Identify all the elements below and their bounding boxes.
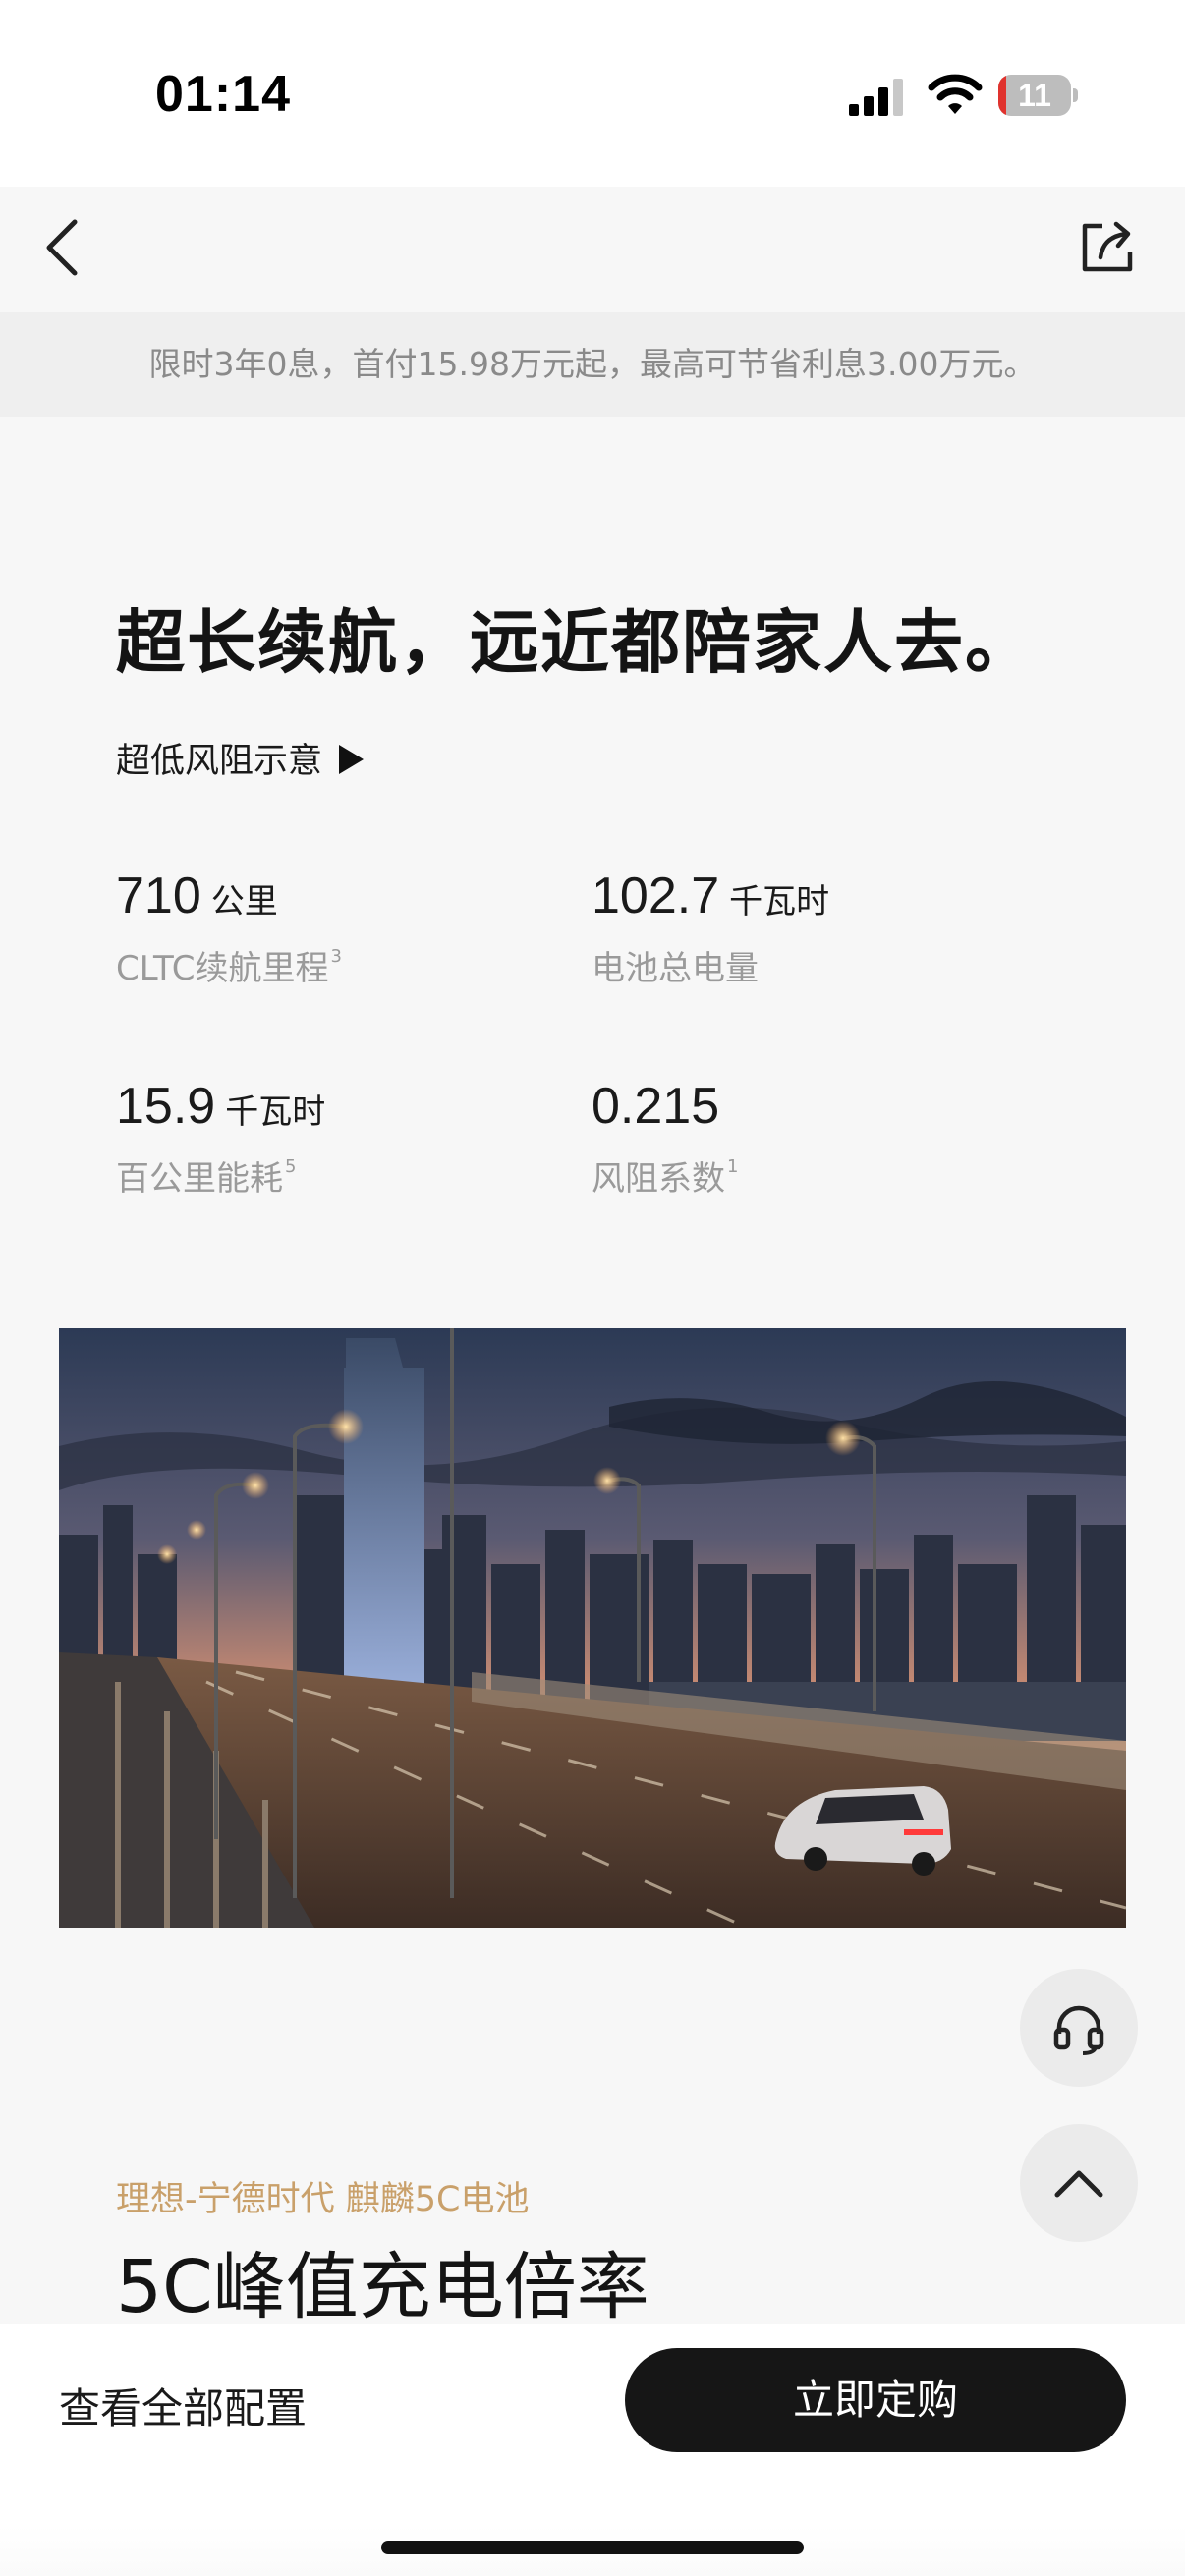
aero-demo-link[interactable]: 超低风阻示意	[116, 733, 366, 783]
section-kicker: 理想-宁德时代 麒麟5C电池	[116, 2180, 530, 2219]
chevron-left-icon[interactable]	[41, 218, 85, 277]
spec-energy-consumption: 15.9 千瓦时 百公里能耗 5	[116, 1077, 325, 1200]
spec-range: 710 公里 CLTC续航里程 3	[116, 867, 342, 989]
home-indicator	[381, 2541, 804, 2554]
spec-drag-coefficient: 0.215 风阻系数 1	[592, 1077, 738, 1200]
chevron-up-icon	[1054, 2170, 1103, 2198]
spec-unit: 千瓦时	[729, 882, 830, 922]
battery-level: 11	[1018, 78, 1051, 113]
support-button[interactable]	[1020, 1969, 1138, 2087]
scroll-top-button[interactable]	[1020, 2124, 1138, 2242]
status-bar: 01:14 11	[0, 0, 1185, 187]
footnote-marker: 1	[727, 1156, 739, 1177]
headset-icon	[1053, 2005, 1104, 2055]
page-headline: 超长续航，远近都陪家人去。	[116, 602, 1036, 683]
view-all-config-link[interactable]: 查看全部配置	[59, 2376, 307, 2436]
spec-label: 风阻系数	[592, 1159, 725, 1199]
footnote-marker: 3	[330, 946, 342, 967]
spec-value: 15.9	[116, 1078, 216, 1135]
order-now-button[interactable]: 立即定购	[625, 2348, 1126, 2452]
footnote-marker: 5	[285, 1156, 297, 1177]
spec-unit: 千瓦时	[225, 1092, 326, 1132]
section-title: 5C峰值充电倍率	[116, 2245, 649, 2329]
spec-label: 百公里能耗	[116, 1159, 283, 1199]
wifi-icon	[928, 74, 983, 114]
spec-label: CLTC续航里程	[116, 949, 329, 988]
hero-photo	[59, 1328, 1126, 1928]
cellular-signal-icon	[849, 79, 903, 116]
status-time: 01:14	[155, 66, 291, 123]
spec-value: 710	[116, 868, 201, 924]
aero-demo-label: 超低风阻示意	[116, 742, 323, 781]
spec-unit: 公里	[210, 882, 278, 922]
battery-indicator: 11	[998, 75, 1078, 116]
spec-value: 102.7	[592, 868, 720, 924]
play-icon	[339, 745, 365, 774]
share-icon[interactable]	[1077, 216, 1138, 277]
promo-banner: 限时3年0息，首付15.98万元起，最高可节省利息3.00万元。	[0, 312, 1185, 417]
spec-battery-capacity: 102.7 千瓦时 电池总电量	[592, 867, 829, 989]
spec-value: 0.215	[592, 1078, 720, 1135]
spec-label: 电池总电量	[592, 949, 759, 988]
